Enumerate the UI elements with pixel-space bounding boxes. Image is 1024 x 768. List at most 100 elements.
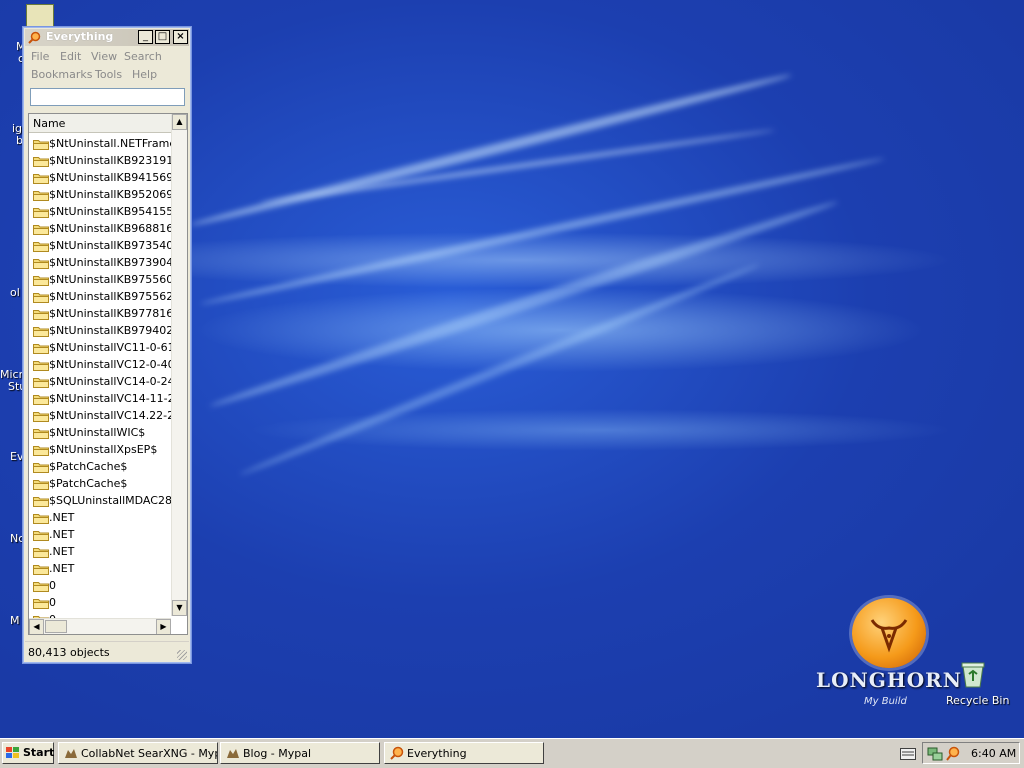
list-item[interactable]: $NtUninstallKB975560_DX [29, 272, 171, 289]
taskbar-item-blog[interactable]: Blog - Mypal [220, 742, 380, 764]
file-name: $NtUninstallVC14-0-24210 [49, 375, 171, 388]
list-item[interactable]: .NET [29, 510, 171, 527]
list-item[interactable]: $NtUninstallKB923191$ [29, 153, 171, 170]
list-item[interactable]: $NtUninstallKB975562_DX [29, 289, 171, 306]
file-name: $NtUninstallKB977816_WM [49, 307, 171, 320]
column-header-label: Name [33, 117, 66, 130]
taskbar: Start CollabNet SearXNG - Mypal Blog - M… [0, 738, 1024, 768]
folder-icon [33, 378, 49, 388]
menu-edit[interactable]: Edit [60, 50, 81, 63]
folder-icon [33, 429, 49, 439]
list-item[interactable]: $NtUninstall.NETFramewor [29, 136, 171, 153]
scroll-right-button[interactable]: ▶ [156, 619, 171, 634]
magnifier-icon [28, 31, 41, 44]
menu-tools[interactable]: Tools [95, 68, 122, 81]
desktop-icon-label[interactable]: ol [10, 286, 20, 299]
file-name: $NtUninstallVC14.22-2782 [49, 409, 171, 422]
column-header-name[interactable]: Name [29, 114, 171, 133]
system-tray: 6:40 AM [922, 742, 1020, 764]
list-item[interactable]: .NET [29, 544, 171, 561]
clock[interactable]: 6:40 AM [971, 747, 1016, 760]
file-name: $NtUninstallKB975562_DX [49, 290, 171, 303]
recycle-bin-icon[interactable] [960, 660, 986, 688]
list-item[interactable]: $NtUninstallKB973904$ [29, 255, 171, 272]
menu-bar: File Edit View Search [25, 48, 189, 65]
magnifier-icon [390, 746, 404, 760]
list-item[interactable]: $NtUninstallVC12-0-40664 [29, 357, 171, 374]
wallpaper-streak [188, 70, 793, 230]
resize-grip-icon[interactable] [177, 650, 187, 660]
scroll-left-button[interactable]: ◀ [29, 619, 44, 634]
folder-icon [33, 463, 49, 473]
file-name: $NtUninstallKB968816_WM [49, 222, 171, 235]
list-item[interactable]: $SQLUninstallMDAC28SP1 [29, 493, 171, 510]
file-name: $NtUninstallKB941569$ [49, 171, 171, 184]
everything-window[interactable]: Everything _ □ × File Edit View Search B… [22, 26, 192, 664]
keyboard-icon[interactable] [900, 748, 916, 760]
file-name: $NtUninstallVC12-0-40664 [49, 358, 171, 371]
folder-icon [33, 497, 49, 507]
close-button[interactable]: × [173, 30, 188, 44]
menu-file[interactable]: File [31, 50, 49, 63]
list-item[interactable]: $PatchCache$ [29, 476, 171, 493]
mypal-icon [227, 749, 239, 758]
scroll-down-button[interactable]: ▼ [172, 600, 187, 616]
list-item[interactable]: $NtUninstallKB941569$ [29, 170, 171, 187]
scroll-up-button[interactable]: ▲ [172, 114, 187, 130]
desktop-icon-label[interactable]: M [10, 614, 20, 627]
menu-search[interactable]: Search [124, 50, 162, 63]
list-item[interactable]: .NET [29, 561, 171, 578]
recycle-bin-label[interactable]: Recycle Bin [946, 694, 1009, 707]
list-item[interactable]: $NtUninstallKB968816_WM [29, 221, 171, 238]
vertical-scrollbar[interactable]: ▲ ▼ [171, 114, 187, 616]
list-item[interactable]: .NET [29, 527, 171, 544]
folder-icon [33, 548, 49, 558]
file-name: .NET [49, 528, 75, 541]
folder-icon [33, 531, 49, 541]
folder-icon [33, 310, 49, 320]
menu-help[interactable]: Help [132, 68, 157, 81]
list-item[interactable]: $NtUninstallKB979402_WM [29, 323, 171, 340]
list-item[interactable]: $NtUninstallXpsEP$ [29, 442, 171, 459]
longhorn-text: LONGHORN [816, 668, 963, 692]
list-item[interactable]: $NtUninstallWIC$ [29, 425, 171, 442]
title-bar[interactable]: Everything _ □ × [25, 29, 189, 46]
list-item[interactable]: $NtUninstallVC14-0-24210 [29, 374, 171, 391]
taskbar-item-everything[interactable]: Everything [384, 742, 544, 764]
list-item[interactable]: $NtUninstallKB973540_WM [29, 238, 171, 255]
taskbar-item-searxng[interactable]: CollabNet SearXNG - Mypal [58, 742, 218, 764]
maximize-button[interactable]: □ [155, 30, 170, 44]
window-title: Everything [46, 30, 114, 43]
results-list[interactable]: Name $NtUninstall.NETFramewor$NtUninstal… [28, 113, 188, 635]
file-name: .NET [49, 511, 75, 524]
minimize-button[interactable]: _ [138, 30, 153, 44]
start-button[interactable]: Start [2, 742, 54, 764]
list-item[interactable]: $NtUninstallVC14-11-2532 [29, 391, 171, 408]
horizontal-scroll-thumb[interactable] [45, 620, 67, 633]
menu-bookmarks[interactable]: Bookmarks [31, 68, 92, 81]
list-item[interactable]: $PatchCache$ [29, 459, 171, 476]
scroll-track[interactable] [173, 131, 186, 611]
file-name: $PatchCache$ [49, 460, 128, 473]
file-name: $NtUninstallKB979402_WM [49, 324, 171, 337]
horizontal-scrollbar[interactable]: ◀ ▶ [29, 618, 171, 634]
list-item[interactable]: $NtUninstallKB954155_WM [29, 204, 171, 221]
file-name: $NtUninstallKB975560_DX [49, 273, 171, 286]
taskbar-item-label: Everything [407, 747, 467, 760]
list-item[interactable]: 0 [29, 595, 171, 612]
network-icon[interactable] [927, 746, 943, 762]
search-input[interactable] [30, 88, 185, 106]
taskbar-item-label: Blog - Mypal [243, 747, 312, 760]
list-item[interactable]: 0 [29, 578, 171, 595]
menu-view[interactable]: View [91, 50, 117, 63]
magnifier-icon[interactable] [945, 746, 961, 762]
object-count: 80,413 objects [28, 646, 110, 659]
list-item[interactable]: $NtUninstallKB952069_WM [29, 187, 171, 204]
folder-icon [33, 565, 49, 575]
folder-icon [33, 327, 49, 337]
folder-icon [33, 242, 49, 252]
list-item[interactable]: $NtUninstallVC14.22-2782 [29, 408, 171, 425]
list-item[interactable]: $NtUninstallKB977816_WM [29, 306, 171, 323]
list-item[interactable]: $NtUninstallVC11-0-61135 [29, 340, 171, 357]
file-name: $NtUninstallVC11-0-61135 [49, 341, 171, 354]
